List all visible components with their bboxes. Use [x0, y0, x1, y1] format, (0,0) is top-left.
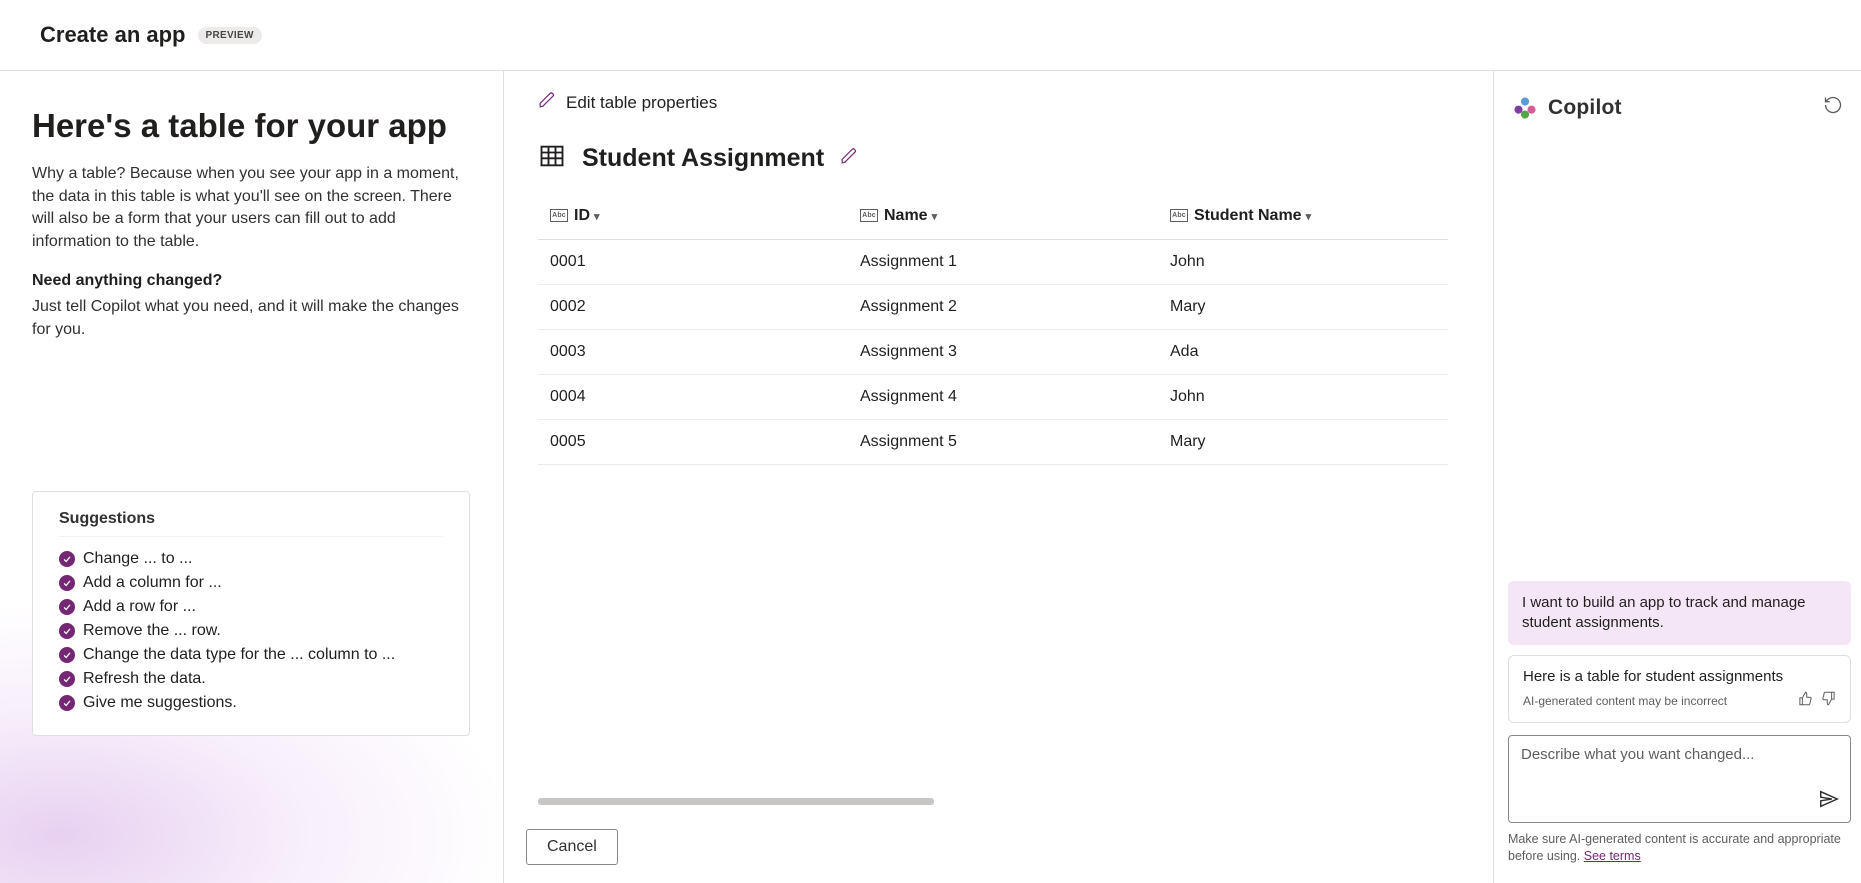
cell-name[interactable]: Assignment 3: [848, 330, 1158, 375]
cell-id[interactable]: 0004: [538, 375, 848, 420]
check-icon: [59, 551, 75, 567]
suggestion-item[interactable]: Add a column for ...: [59, 571, 443, 595]
reload-icon[interactable]: [1819, 91, 1847, 124]
cell-name[interactable]: Assignment 2: [848, 285, 1158, 330]
check-icon: [59, 575, 75, 591]
cell-student[interactable]: Ada: [1158, 330, 1448, 375]
edit-table-properties-link[interactable]: Edit table properties: [538, 91, 717, 114]
table-row[interactable]: 0004Assignment 4John: [538, 375, 1448, 420]
copilot-panel: Copilot I want to build an app to track …: [1493, 71, 1861, 883]
check-icon: [59, 671, 75, 687]
see-terms-link[interactable]: See terms: [1584, 849, 1641, 863]
cell-student[interactable]: John: [1158, 240, 1448, 285]
cell-id[interactable]: 0001: [538, 240, 848, 285]
chat-bot-text: Here is a table for student assignments: [1523, 668, 1836, 685]
suggestion-item[interactable]: Change ... to ...: [59, 547, 443, 571]
send-icon[interactable]: [1818, 788, 1840, 814]
left-instruction: Just tell Copilot what you need, and it …: [32, 296, 463, 341]
horizontal-scrollbar[interactable]: [538, 798, 934, 805]
suggestion-text: Add a row for ...: [83, 598, 196, 616]
column-header-student-name[interactable]: AbcStudent Name▾: [1158, 193, 1448, 240]
chevron-down-icon: ▾: [1306, 211, 1312, 223]
suggestion-text: Give me suggestions.: [83, 694, 237, 712]
edit-table-properties-label: Edit table properties: [566, 93, 717, 113]
copilot-logo-icon: [1512, 95, 1538, 121]
page-title: Create an app: [40, 22, 186, 48]
suggestion-item[interactable]: Change the data type for the ... column …: [59, 643, 443, 667]
suggestion-item[interactable]: Refresh the data.: [59, 667, 443, 691]
check-icon: [59, 599, 75, 615]
suggestion-text: Add a column for ...: [83, 574, 222, 592]
chat-user-message: I want to build an app to track and mana…: [1508, 581, 1851, 646]
copilot-footer-note: Make sure AI-generated content is accura…: [1508, 831, 1851, 865]
text-type-icon: Abc: [1170, 209, 1188, 222]
chat-bot-message: Here is a table for student assignments …: [1508, 655, 1851, 723]
suggestion-item[interactable]: Add a row for ...: [59, 595, 443, 619]
chat-textarea[interactable]: [1521, 746, 1838, 800]
suggestion-text: Refresh the data.: [83, 670, 206, 688]
check-icon: [59, 695, 75, 711]
column-header-id[interactable]: AbcID▾: [538, 193, 848, 240]
text-type-icon: Abc: [860, 209, 878, 222]
suggestions-title: Suggestions: [59, 510, 443, 537]
left-heading: Here's a table for your app: [32, 107, 463, 145]
table-row[interactable]: 0002Assignment 2Mary: [538, 285, 1448, 330]
chevron-down-icon: ▾: [932, 211, 938, 223]
suggestion-text: Change ... to ...: [83, 550, 192, 568]
table-icon: [538, 142, 566, 175]
check-icon: [59, 647, 75, 663]
cell-student[interactable]: Mary: [1158, 420, 1448, 465]
cell-name[interactable]: Assignment 5: [848, 420, 1158, 465]
table-row[interactable]: 0001Assignment 1John: [538, 240, 1448, 285]
text-type-icon: Abc: [550, 209, 568, 222]
cell-student[interactable]: Mary: [1158, 285, 1448, 330]
thumbs-down-icon[interactable]: [1821, 691, 1836, 710]
table-title: Student Assignment: [582, 144, 824, 173]
check-icon: [59, 623, 75, 639]
cell-name[interactable]: Assignment 1: [848, 240, 1158, 285]
suggestions-card: Suggestions Change ... to ... Add a colum…: [32, 491, 470, 736]
header: Create an app PREVIEW: [0, 0, 1861, 71]
suggestion-text: Remove the ... row.: [83, 622, 221, 640]
suggestion-item[interactable]: Give me suggestions.: [59, 691, 443, 715]
cell-name[interactable]: Assignment 4: [848, 375, 1158, 420]
table-row[interactable]: 0003Assignment 3Ada: [538, 330, 1448, 375]
pencil-icon[interactable]: [840, 147, 858, 170]
suggestion-text: Change the data type for the ... column …: [83, 646, 395, 664]
cell-id[interactable]: 0003: [538, 330, 848, 375]
cell-id[interactable]: 0002: [538, 285, 848, 330]
column-header-name[interactable]: AbcName▾: [848, 193, 1158, 240]
suggestion-item[interactable]: Remove the ... row.: [59, 619, 443, 643]
chevron-down-icon: ▾: [594, 211, 600, 223]
center-panel: Edit table properties Student Assignment: [504, 71, 1493, 883]
chat-input[interactable]: [1508, 735, 1851, 823]
data-table: AbcID▾ AbcName▾ AbcStudent Name▾ 0001Ass…: [538, 193, 1448, 465]
cancel-button[interactable]: Cancel: [526, 829, 618, 865]
ai-disclaimer: AI-generated content may be incorrect: [1523, 694, 1727, 708]
copilot-title: Copilot: [1548, 96, 1622, 120]
table-row[interactable]: 0005Assignment 5Mary: [538, 420, 1448, 465]
left-subheading: Need anything changed?: [32, 272, 463, 290]
thumbs-up-icon[interactable]: [1798, 691, 1813, 710]
left-panel: Here's a table for your app Why a table?…: [0, 71, 504, 883]
cell-student[interactable]: John: [1158, 375, 1448, 420]
left-description: Why a table? Because when you see your a…: [32, 163, 463, 254]
preview-badge: PREVIEW: [198, 27, 262, 44]
cell-id[interactable]: 0005: [538, 420, 848, 465]
pencil-icon: [538, 91, 556, 114]
